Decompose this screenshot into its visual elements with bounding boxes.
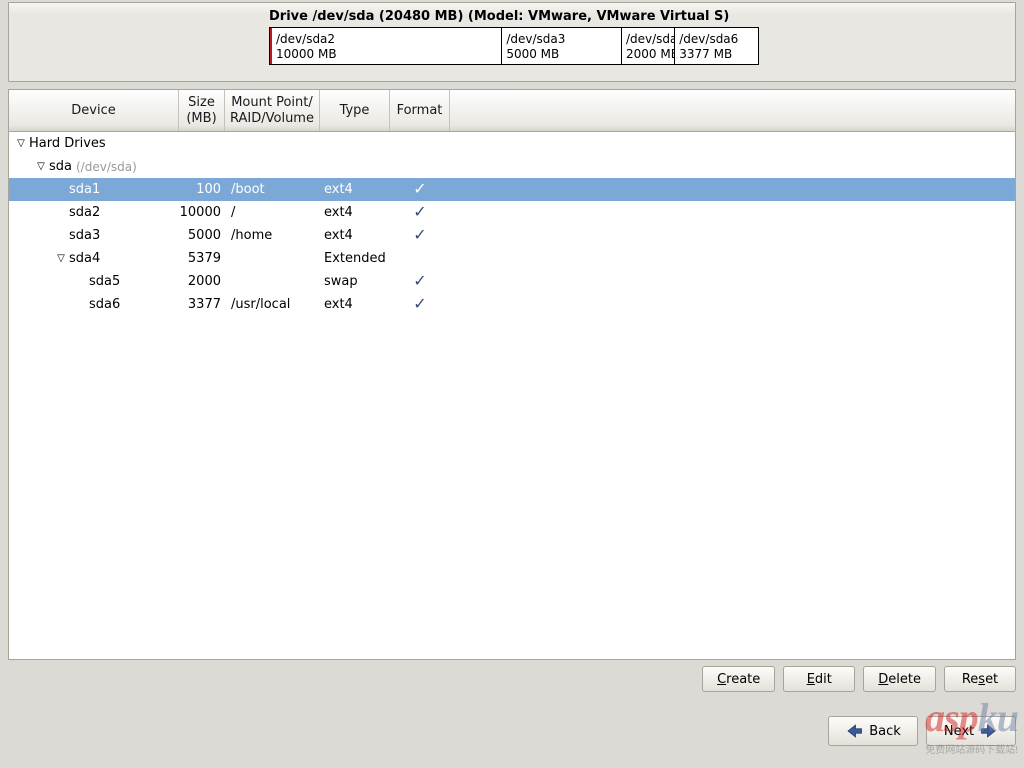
- partition-format: ✓: [390, 204, 450, 221]
- action-button-row: Create Edit Delete Reset: [702, 666, 1016, 692]
- drive-segment[interactable]: /dev/sda63377 MB: [675, 28, 758, 64]
- partition-mount: /: [225, 205, 320, 220]
- arrow-right-icon: [980, 722, 998, 740]
- partition-name: sda4: [69, 251, 100, 266]
- tree-root-label: Hard Drives: [29, 136, 106, 151]
- next-button[interactable]: Next Next: [926, 716, 1016, 746]
- partition-row[interactable]: sda2 10000/ext4 ✓: [9, 201, 1015, 224]
- partition-row[interactable]: sda1 100/bootext4 ✓: [9, 178, 1015, 201]
- partition-type: ext4: [320, 228, 390, 243]
- checkmark-icon: ✓: [413, 179, 426, 198]
- partition-format: ✓: [390, 227, 450, 244]
- partition-format: ✓: [390, 273, 450, 290]
- partition-type: ext4: [320, 205, 390, 220]
- partition-name: sda5: [89, 274, 120, 289]
- table-header: Device Size (MB) Mount Point/ RAID/Volum…: [9, 90, 1015, 132]
- partition-row[interactable]: sda3 5000/homeext4 ✓: [9, 224, 1015, 247]
- tree-disk-hint: (/dev/sda): [76, 160, 137, 174]
- partition-row[interactable]: sda5 2000 swap ✓: [9, 270, 1015, 293]
- partition-type: ext4: [320, 182, 390, 197]
- partition-size: 2000: [179, 274, 225, 289]
- partition-size: 100: [179, 182, 225, 197]
- column-header-type[interactable]: Type: [320, 90, 390, 131]
- checkmark-icon: ✓: [413, 202, 426, 221]
- partition-size: 5000: [179, 228, 225, 243]
- partition-table-panel: Device Size (MB) Mount Point/ RAID/Volum…: [8, 89, 1016, 660]
- partition-type: swap: [320, 274, 390, 289]
- expander-icon[interactable]: ▽: [13, 136, 29, 152]
- partition-type: Extended: [320, 251, 390, 266]
- partition-mount: /usr/local: [225, 297, 320, 312]
- checkmark-icon: ✓: [413, 294, 426, 313]
- drive-segment[interactable]: /dev/sda35000 MB: [502, 28, 622, 64]
- create-button[interactable]: Create: [702, 666, 775, 692]
- column-header-mount[interactable]: Mount Point/ RAID/Volume: [225, 90, 320, 131]
- partition-row[interactable]: sda6 3377/usr/localext4 ✓: [9, 293, 1015, 316]
- delete-button[interactable]: Delete: [863, 666, 936, 692]
- partition-format: ✓: [390, 296, 450, 313]
- partition-format: ✓: [390, 181, 450, 198]
- partition-mount: /home: [225, 228, 320, 243]
- drive-segment[interactable]: /dev/sda52000 MB: [622, 28, 675, 64]
- drive-segment[interactable]: /dev/sda210000 MB: [270, 28, 502, 64]
- drive-title: Drive /dev/sda (20480 MB) (Model: VMware…: [269, 9, 729, 24]
- partition-size: 3377: [179, 297, 225, 312]
- table-body[interactable]: ▽ Hard Drives ▽ sda (/dev/sda) sda1 100/b…: [9, 132, 1015, 659]
- tree-root-hard-drives[interactable]: ▽ Hard Drives: [9, 132, 1015, 155]
- partition-size: 10000: [179, 205, 225, 220]
- partition-row[interactable]: ▽sda4 5379 Extended: [9, 247, 1015, 270]
- nav-button-row: Back Back Next Next: [828, 716, 1016, 746]
- tree-disk-sda[interactable]: ▽ sda (/dev/sda): [9, 155, 1015, 178]
- partition-name: sda1: [69, 182, 100, 197]
- tree-disk-label: sda: [49, 159, 72, 174]
- expander-icon[interactable]: ▽: [33, 159, 49, 175]
- partition-size: 5379: [179, 251, 225, 266]
- column-header-format[interactable]: Format: [390, 90, 450, 131]
- checkmark-icon: ✓: [413, 271, 426, 290]
- column-header-size[interactable]: Size (MB): [179, 90, 225, 131]
- checkmark-icon: ✓: [413, 225, 426, 244]
- drive-usage-bar: /dev/sda210000 MB/dev/sda35000 MB/dev/sd…: [269, 27, 759, 65]
- back-button[interactable]: Back Back: [828, 716, 918, 746]
- arrow-left-icon: [845, 722, 863, 740]
- expander-icon[interactable]: ▽: [53, 251, 69, 267]
- reset-button[interactable]: Reset: [944, 666, 1016, 692]
- partition-name: sda2: [69, 205, 100, 220]
- partition-name: sda6: [89, 297, 120, 312]
- column-header-device[interactable]: Device: [9, 90, 179, 131]
- edit-button[interactable]: Edit: [783, 666, 855, 692]
- partition-name: sda3: [69, 228, 100, 243]
- drive-summary-panel: Drive /dev/sda (20480 MB) (Model: VMware…: [8, 2, 1016, 82]
- partition-type: ext4: [320, 297, 390, 312]
- partition-mount: /boot: [225, 182, 320, 197]
